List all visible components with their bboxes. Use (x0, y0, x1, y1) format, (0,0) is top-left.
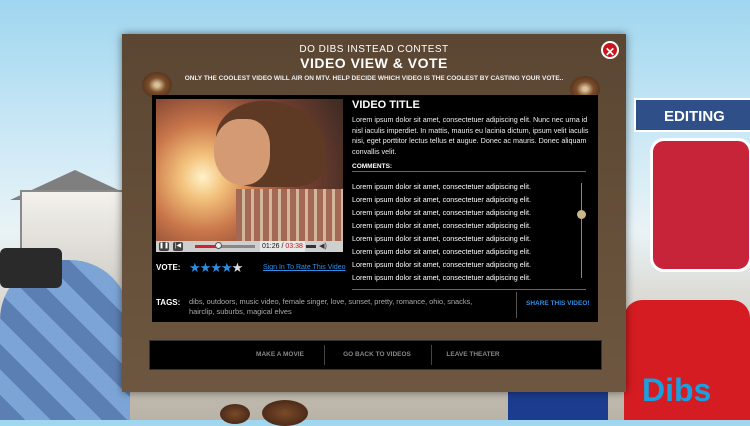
current-time: 01:26 (262, 243, 280, 250)
comments-list: Lorem ipsum dolor sit amet, consectetuer… (352, 180, 572, 284)
volume-bar[interactable] (306, 245, 316, 248)
dibs-logo: Dibs (642, 372, 712, 408)
tags-label: TAGS: (156, 298, 181, 307)
comments-scroll-handle[interactable] (577, 210, 586, 219)
make-a-movie-button[interactable]: MAKE A MOVIE (230, 341, 330, 369)
bottom-nav: MAKE A MOVIE GO BACK TO VIDEOS LEAVE THE… (149, 340, 602, 370)
divider (352, 171, 586, 172)
video-info: VIDEO TITLE Lorem ipsum dolor sit amet, … (352, 99, 592, 157)
star-icon[interactable]: ★ (200, 260, 212, 275)
total-time: 03:38 (285, 243, 303, 250)
comment-item: Lorem ipsum dolor sit amet, consectetuer… (352, 208, 531, 217)
rewind-icon[interactable]: |◀ (173, 242, 183, 251)
video-frame-face (214, 119, 270, 185)
background-snack-box (508, 390, 608, 420)
vote-row: VOTE: ★★★★★ Sign In To Rate This Video (156, 260, 346, 276)
video-frame[interactable] (156, 99, 343, 241)
tags-list: dibs, outdoors, music video, female sing… (189, 297, 473, 316)
comment-item: Lorem ipsum dolor sit amet, consectetuer… (352, 260, 531, 269)
progress-knob[interactable] (215, 242, 223, 249)
background-chocolate (262, 400, 308, 426)
star-icon[interactable]: ★ (232, 260, 244, 275)
progress-bar[interactable] (195, 242, 255, 249)
go-back-to-videos-button[interactable]: GO BACK TO VIDEOS (326, 341, 428, 369)
video-frame-shirt (236, 189, 343, 241)
sign-in-to-rate-link[interactable]: Sign In To Rate This Video (263, 264, 346, 271)
background-street-sign: EDITING ROO (634, 98, 750, 159)
star-icon[interactable]: ★ (221, 260, 233, 275)
star-icon[interactable]: ★ (210, 260, 222, 275)
star-icon[interactable]: ★ (189, 260, 201, 275)
comment-item: Lorem ipsum dolor sit amet, consectetuer… (352, 195, 531, 204)
comment-item: Lorem ipsum dolor sit amet, consectetuer… (352, 234, 531, 243)
player-controls: ❚❚ |◀ 01:26 / 03:38 ◀) (156, 241, 343, 252)
page-subtitle: ONLY THE COOLEST VIDEO WILL AIR ON MTV. … (184, 75, 564, 82)
close-icon: ✕ (604, 45, 616, 59)
comment-item: Lorem ipsum dolor sit amet, consectetuer… (352, 247, 531, 256)
divider (516, 292, 517, 318)
background-chocolate (220, 404, 250, 424)
background-film-fest-sign (650, 138, 750, 272)
video-player[interactable]: ❚❚ |◀ 01:26 / 03:38 ◀) (156, 99, 343, 252)
page-title: VIDEO VIEW & VOTE (300, 55, 448, 71)
video-modal: DO DIBS INSTEAD CONTEST VIDEO VIEW & VOT… (122, 34, 626, 392)
share-video-button[interactable]: SHARE THIS VIDEO! (526, 300, 590, 307)
comments-scrollbar[interactable] (581, 183, 582, 278)
comments-heading: COMMENTS: (352, 163, 393, 170)
video-title: VIDEO TITLE (352, 99, 420, 111)
divider (324, 345, 325, 365)
pause-icon[interactable]: ❚❚ (159, 242, 169, 251)
comment-item: Lorem ipsum dolor sit amet, consectetuer… (352, 221, 531, 230)
time-display: 01:26 / 03:38 (260, 241, 305, 252)
leave-theater-button[interactable]: LEAVE THEATER (432, 341, 514, 369)
background-dibs-container: Dibs (624, 300, 750, 420)
video-content-panel: ❚❚ |◀ 01:26 / 03:38 ◀) VOTE: ★★★★★ Sign … (152, 95, 598, 322)
divider (352, 289, 586, 290)
vote-label: VOTE: (156, 263, 181, 272)
comment-item: Lorem ipsum dolor sit amet, consectetuer… (352, 273, 531, 282)
star-rating[interactable]: ★★★★★ (189, 260, 244, 276)
background-camcorder (0, 248, 62, 288)
comment-item: Lorem ipsum dolor sit amet, consectetuer… (352, 182, 531, 191)
video-description: Lorem ipsum dolor sit amet, consectetuer… (352, 115, 589, 156)
contest-title: DO DIBS INSTEAD CONTEST (299, 44, 449, 55)
close-button[interactable]: ✕ (601, 41, 619, 59)
speaker-icon[interactable]: ◀) (318, 242, 328, 251)
